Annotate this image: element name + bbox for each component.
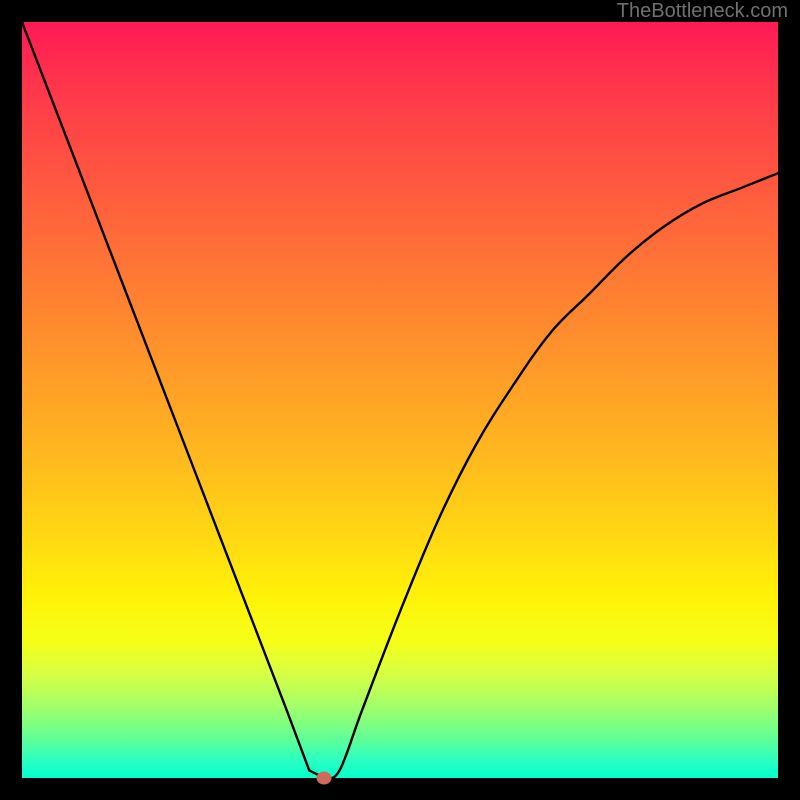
optimum-marker (317, 772, 332, 785)
chart-frame: TheBottleneck.com (0, 0, 800, 800)
watermark-text: TheBottleneck.com (617, 0, 788, 23)
chart-plot-area (22, 22, 778, 778)
